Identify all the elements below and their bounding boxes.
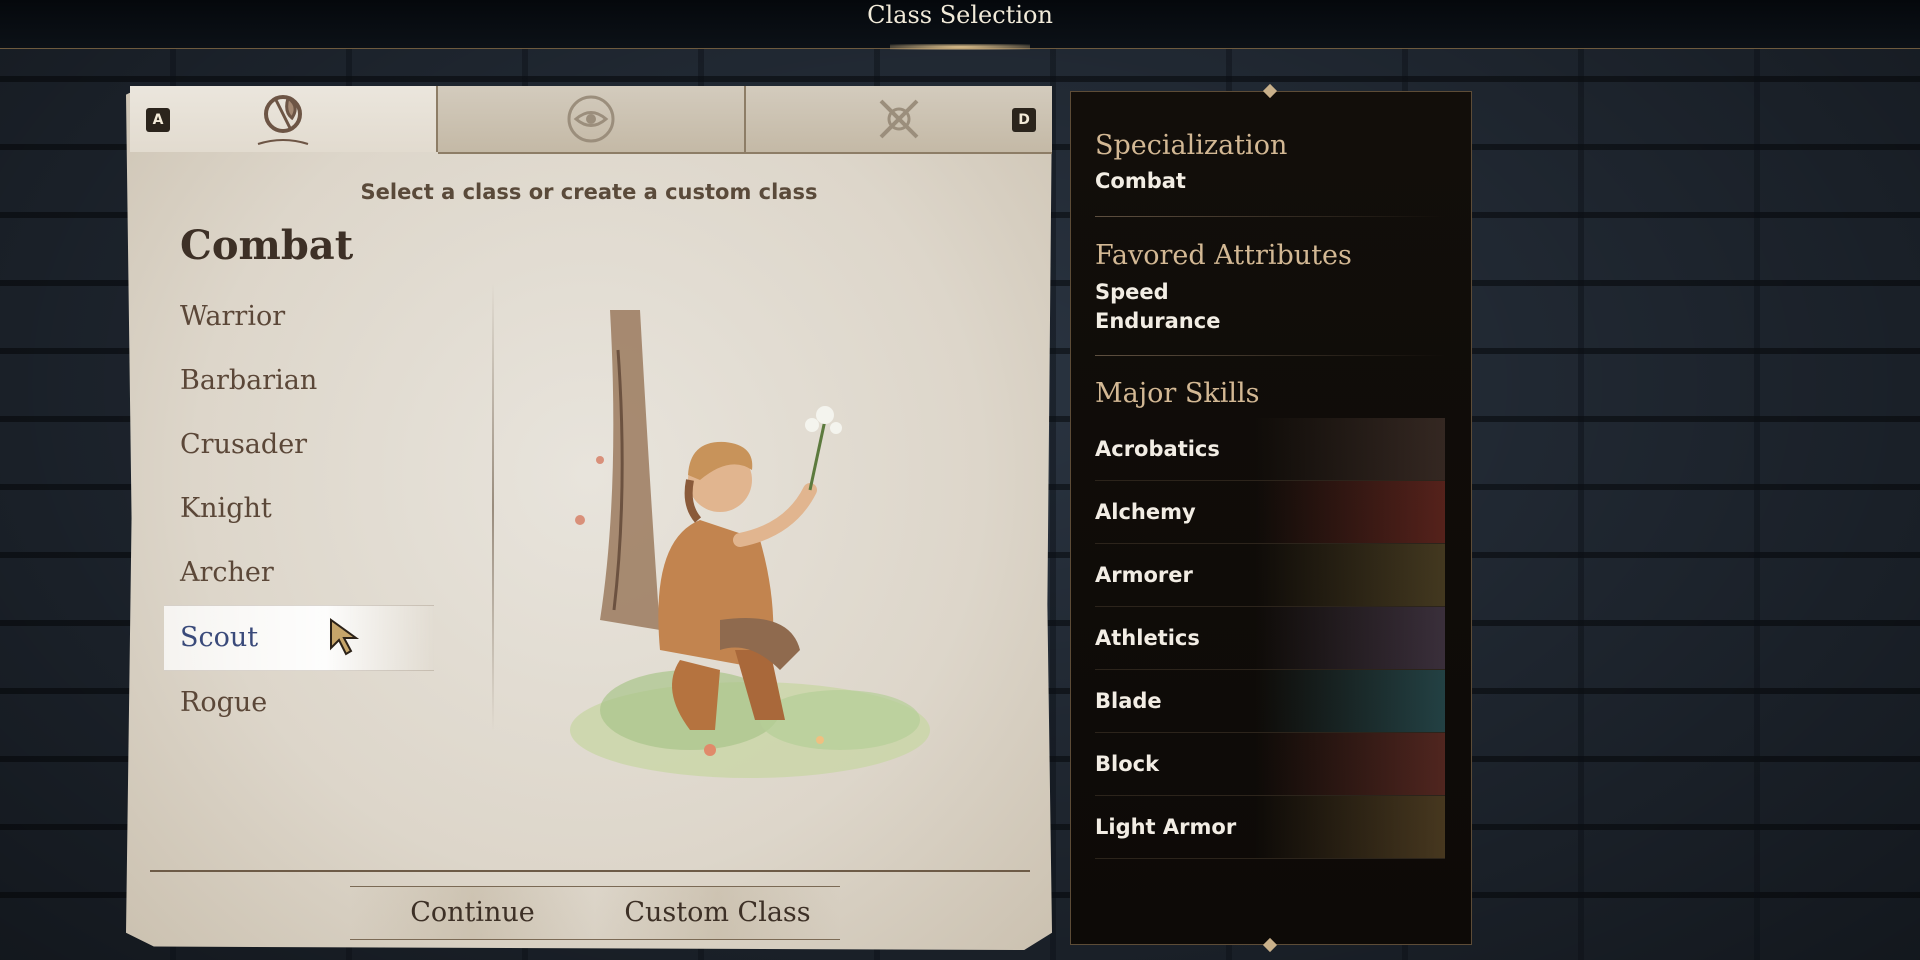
attributes-title: Favored Attributes [1095,240,1352,271]
class-item-knight[interactable]: Knight [164,477,434,541]
key-hint-right: D [1012,108,1036,132]
mouse-cursor-icon [330,618,360,656]
footer-rule [150,870,1030,872]
skill-art [1255,481,1445,543]
attribute-speed: Speed [1095,280,1169,304]
class-item-warrior[interactable]: Warrior [164,285,434,349]
specialization-value: Combat [1095,169,1186,193]
skills-title: Major Skills [1095,378,1260,409]
axe-shield-icon [257,95,309,145]
specialization-title: Specialization [1095,130,1288,161]
major-skills-list: Acrobatics Alchemy Armorer Athletics Bla… [1095,418,1445,859]
skill-acrobatics: Acrobatics [1095,418,1445,481]
skill-armorer: Armorer [1095,544,1445,607]
separator [1095,355,1445,356]
tab-combat[interactable]: A [130,86,438,152]
page-title: Class Selection [867,1,1053,29]
scout-illustration [570,310,930,778]
separator [1095,216,1445,217]
custom-class-button[interactable]: Custom Class [595,887,840,939]
class-item-barbarian[interactable]: Barbarian [164,349,434,413]
instruction-text: Select a class or create a custom class [360,180,818,204]
class-details-panel: Specialization Combat Favored Attributes… [1070,83,1472,953]
class-item-archer[interactable]: Archer [164,541,434,605]
skill-art [1255,670,1445,732]
crossed-daggers-icon [879,99,919,139]
skill-art [1255,607,1445,669]
skill-art [1255,418,1445,480]
skill-art [1255,544,1445,606]
skill-block: Block [1095,733,1445,796]
class-item-crusader[interactable]: Crusader [164,413,434,477]
specialization-tabs: A D [130,86,1052,154]
tab-magic[interactable] [438,86,746,154]
category-heading: Combat [180,222,354,269]
skill-art [1255,733,1445,795]
key-hint-left: A [146,108,170,132]
list-divider [492,282,494,732]
skill-light-armor: Light Armor [1095,796,1445,859]
skill-athletics: Athletics [1095,607,1445,670]
skill-blade: Blade [1095,670,1445,733]
skill-art [1255,796,1445,858]
title-glow [890,44,1030,50]
skill-alchemy: Alchemy [1095,481,1445,544]
continue-button[interactable]: Continue [350,887,595,939]
class-item-rogue[interactable]: Rogue [164,671,434,735]
class-list: Warrior Barbarian Crusader Knight Archer… [164,285,434,735]
class-item-scout-label: Scout [180,622,259,653]
action-buttons: Continue Custom Class [350,886,840,940]
attribute-endurance: Endurance [1095,309,1221,333]
class-item-scout[interactable]: Scout [164,605,434,671]
tab-stealth[interactable]: D [746,86,1052,154]
eye-sigil-icon [567,95,615,143]
title-bar: Class Selection [0,0,1920,50]
